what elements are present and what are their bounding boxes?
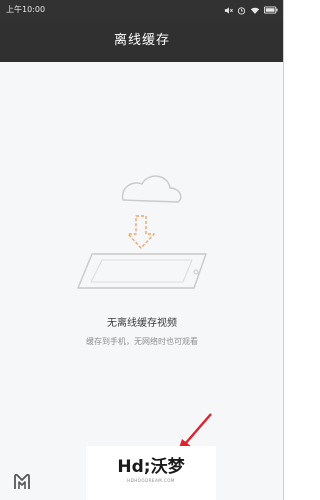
status-bar: 上午10:00 <box>0 0 283 20</box>
page-title: 离线缓存 <box>0 20 283 62</box>
watermark-subtext: HDHOODREAM.COM <box>127 478 175 483</box>
mute-icon <box>224 6 233 15</box>
battery-icon <box>264 6 278 14</box>
watermark: Hd;沃梦 HDHOODREAM.COM <box>86 446 216 500</box>
youku-logo-icon[interactable] <box>12 472 32 492</box>
alarm-icon <box>237 6 246 15</box>
wifi-icon <box>250 6 260 15</box>
status-time: 上午10:00 <box>6 5 46 14</box>
watermark-text: Hd;沃梦 <box>117 457 185 477</box>
status-icons <box>224 0 278 20</box>
app-screen: 上午10:00 离线缓存 无离线缓存视频 缓存到手机，无网络时也可观看 <box>0 0 284 500</box>
empty-title: 无离线缓存视频 <box>107 318 177 329</box>
cloud-download-phone-icon <box>70 168 214 298</box>
empty-subtitle: 缓存到手机，无网络时也可观看 <box>86 337 198 346</box>
